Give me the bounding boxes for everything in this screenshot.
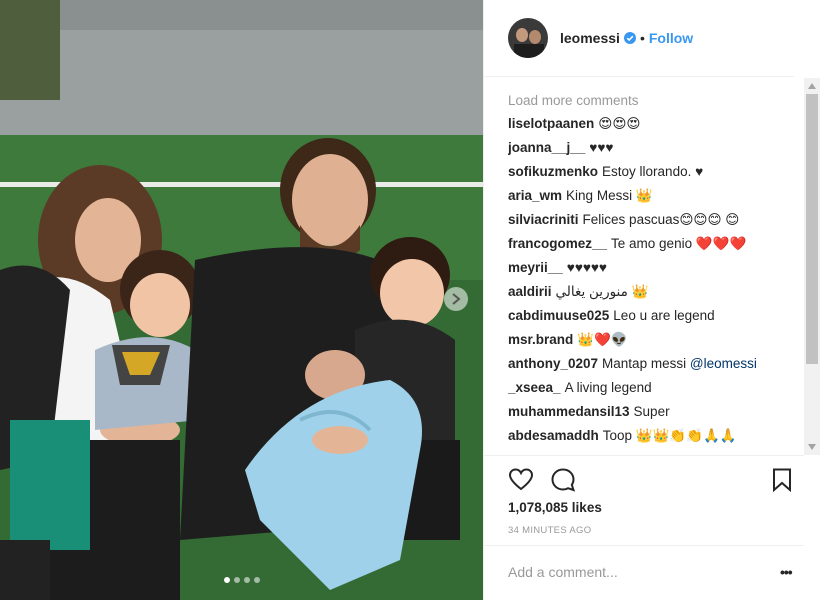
family-photo-illustration xyxy=(0,0,483,600)
post-header: leomessi • Follow xyxy=(484,0,794,77)
carousel-dot xyxy=(253,577,260,583)
comment-username[interactable]: aaldirii xyxy=(508,284,552,299)
comment-row: _xseea_ A living legend xyxy=(508,376,788,400)
carousel-indicator xyxy=(0,577,483,583)
comment-username[interactable]: silviacriniti xyxy=(508,212,579,227)
avatar[interactable] xyxy=(508,18,548,58)
chevron-right-icon xyxy=(452,293,461,305)
comment-row: sofikuzmenko Estoy llorando. ♥ xyxy=(508,160,788,184)
comment-username[interactable]: aria_wm xyxy=(508,188,562,203)
carousel-next-button[interactable] xyxy=(444,287,468,311)
scroll-up-button[interactable] xyxy=(804,78,820,94)
comment-username[interactable]: liselotpaanen xyxy=(508,116,594,131)
comment-text: Super xyxy=(633,404,670,419)
scrollbar-thumb[interactable] xyxy=(806,94,818,364)
comment-username[interactable]: francogomez__ xyxy=(508,236,607,251)
bookmark-icon[interactable] xyxy=(772,468,792,492)
load-more-comments-link[interactable]: Load more comments xyxy=(508,90,788,112)
profile-picture xyxy=(508,18,548,58)
comment-row: msr.brand 👑❤️👽 xyxy=(508,328,788,352)
header-separator: • xyxy=(639,30,645,46)
comment-username[interactable]: sofikuzmenko xyxy=(508,164,598,179)
comment-username[interactable]: meyrii__ xyxy=(508,260,563,275)
username-link[interactable]: leomessi xyxy=(560,30,620,46)
likes-count[interactable]: 1,078,085 likes xyxy=(508,500,602,515)
scroll-down-button[interactable] xyxy=(804,439,820,455)
comment-row: francogomez__ Te amo genio ❤️❤️❤️ xyxy=(508,232,788,256)
comment-username[interactable]: abdesamaddh xyxy=(508,428,599,443)
verified-badge-icon xyxy=(623,32,636,44)
arrow-up-icon xyxy=(808,83,816,89)
follow-button[interactable]: Follow xyxy=(649,30,693,46)
comment-username[interactable]: _xseea_ xyxy=(508,380,561,395)
comment-row: abdesamaddh Toop 👑👑👏👏🙏🙏 xyxy=(508,424,788,448)
comment-text: ♥♥♥ xyxy=(589,140,614,155)
comment-mention-link[interactable]: @leomessi xyxy=(690,356,757,371)
comment-text: Felices pascuas😊😊😊 😊 xyxy=(582,212,740,227)
comment-text: Mantap messi xyxy=(602,356,687,371)
comment-username[interactable]: joanna__j__ xyxy=(508,140,585,155)
add-comment-bar: ••• xyxy=(484,545,804,600)
heart-outline-icon[interactable] xyxy=(508,467,534,493)
comment-text: Leo u are legend xyxy=(613,308,715,323)
more-options-button[interactable]: ••• xyxy=(780,564,793,580)
post-photo[interactable] xyxy=(0,0,483,600)
post-timestamp[interactable]: 34 MINUTES AGO xyxy=(508,525,591,536)
comment-username[interactable]: muhammedansil13 xyxy=(508,404,630,419)
carousel-dot xyxy=(243,577,250,583)
comment-text: 👑❤️👽 xyxy=(577,332,628,347)
comment-row: aria_wm King Messi 👑 xyxy=(508,184,788,208)
comment-row: silviacriniti Felices pascuas😊😊😊 😊 xyxy=(508,208,788,232)
comment-row: joanna__j__ ♥♥♥ xyxy=(508,136,788,160)
arrow-down-icon xyxy=(808,444,816,450)
comment-text: Te amo genio ❤️❤️❤️ xyxy=(611,236,747,251)
comment-text: Estoy llorando. ♥ xyxy=(602,164,704,179)
carousel-dot xyxy=(233,577,240,583)
comment-username[interactable]: msr.brand xyxy=(508,332,573,347)
comment-text: منورين يغالي 👑 xyxy=(555,284,649,299)
comment-row: anthony_0207 Mantap messi @leomessi xyxy=(508,352,788,376)
comment-row: muhammedansil13 Super xyxy=(508,400,788,424)
comment-row: meyrii__ ♥♥♥♥♥ xyxy=(508,256,788,280)
comment-text: King Messi 👑 xyxy=(566,188,653,203)
comment-row: aaldirii منورين يغالي 👑 xyxy=(508,280,788,304)
comments-scrollbar[interactable] xyxy=(804,78,820,455)
comment-username[interactable]: cabdimuuse025 xyxy=(508,308,609,323)
comment-row: liselotpaanen 😍😍😍 xyxy=(508,112,788,136)
comment-username[interactable]: anthony_0207 xyxy=(508,356,598,371)
comment-text: A living legend xyxy=(564,380,652,395)
comment-text: Toop 👑👑👏👏🙏🙏 xyxy=(602,428,737,443)
carousel-dot-active xyxy=(223,577,230,583)
comment-text: 😍😍😍 xyxy=(598,116,641,131)
post-actions: 1,078,085 likes 34 MINUTES AGO xyxy=(484,455,804,536)
comment-row: cabdimuuse025 Leo u are legend xyxy=(508,304,788,328)
speech-bubble-icon[interactable] xyxy=(550,467,576,493)
comments-list: Load more comments liselotpaanen 😍😍😍 joann… xyxy=(508,90,788,454)
comment-input[interactable] xyxy=(508,564,758,580)
comment-text: ♥♥♥♥♥ xyxy=(566,260,607,275)
post-details-panel: leomessi • Follow Load more comments lis… xyxy=(483,0,820,600)
